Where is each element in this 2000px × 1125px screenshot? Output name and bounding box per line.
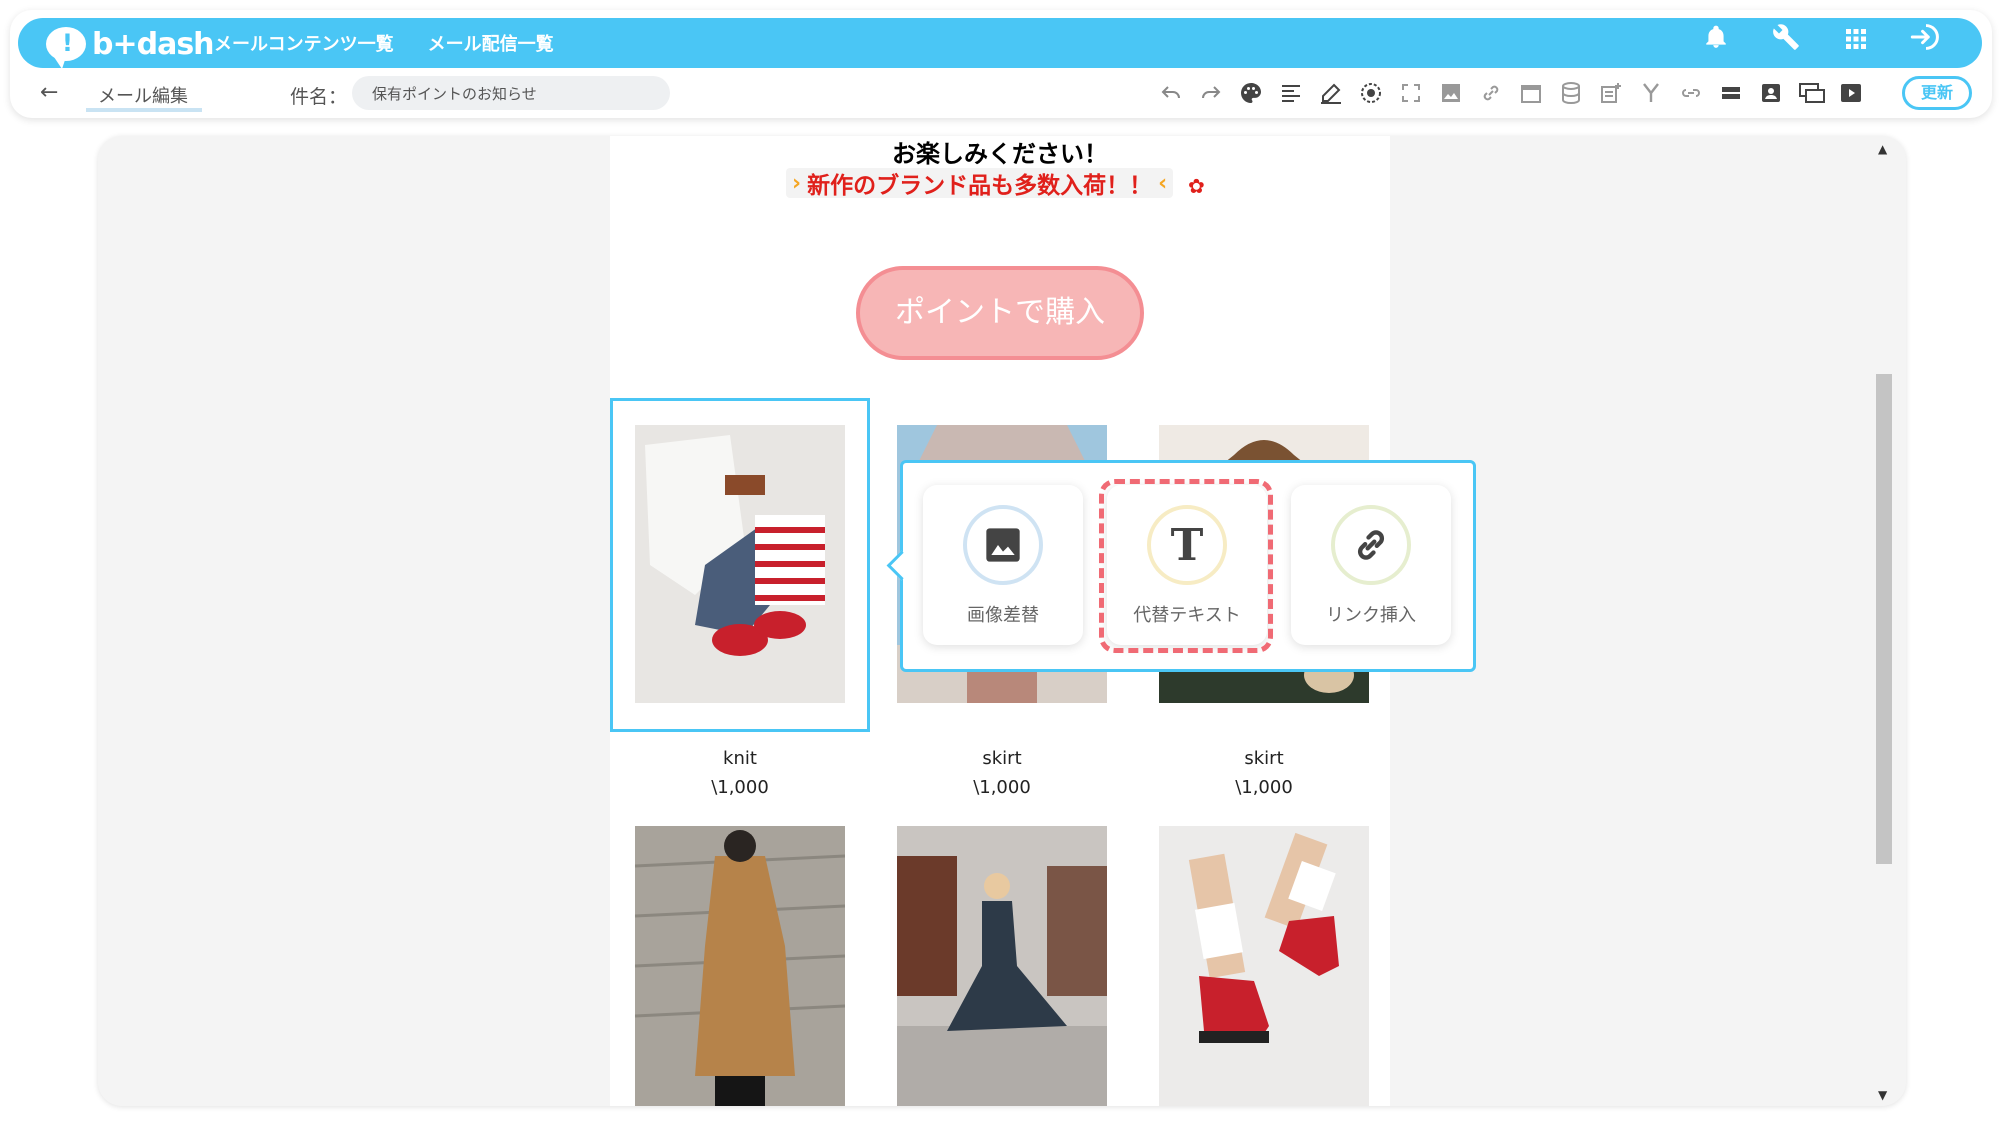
- merge-icon[interactable]: [1638, 81, 1664, 107]
- gear-icon[interactable]: ✿: [1188, 174, 1205, 198]
- align-text-icon[interactable]: [1278, 81, 1304, 107]
- palette-icon[interactable]: [1238, 81, 1264, 107]
- vertical-scrollbar[interactable]: ▲ ▼: [1868, 136, 1904, 1106]
- update-button[interactable]: 更新: [1902, 76, 1972, 110]
- logo-text: b+dash: [92, 26, 215, 62]
- product-coat[interactable]: [610, 826, 870, 1106]
- replace-image-button[interactable]: 画像差替: [923, 485, 1083, 645]
- sign-in-icon[interactable]: [1910, 18, 1942, 68]
- product-image-sneakers[interactable]: [1159, 826, 1369, 1106]
- promo-text: 新作のブランド品も多数入荷！！: [807, 173, 1153, 199]
- page-title: メール編集: [86, 82, 202, 112]
- sub-bar: ← メール編集 件名： 更新: [10, 70, 1992, 118]
- editor-toolbar: [1158, 78, 1864, 110]
- subject-label: 件名：: [290, 86, 348, 108]
- subject-input[interactable]: [352, 76, 670, 110]
- calendar-icon[interactable]: [1518, 81, 1544, 107]
- link-icon: [1331, 505, 1411, 585]
- target-icon[interactable]: [1358, 81, 1384, 107]
- product-dress[interactable]: [872, 826, 1132, 1106]
- product-image-dress[interactable]: [897, 826, 1107, 1106]
- logo[interactable]: ! b+dash: [46, 24, 215, 69]
- nav-mail-delivery[interactable]: メール配信一覧: [428, 30, 554, 56]
- top-bar: ! b+dash メールコンテンツ一覧 メール配信一覧: [18, 18, 1982, 69]
- product-price: \1,000: [1235, 777, 1293, 798]
- logo-bubble-icon: !: [46, 27, 86, 69]
- chevron-right-icon: ›: [792, 170, 802, 196]
- email-headline[interactable]: お楽しみください！: [610, 136, 1390, 169]
- chevron-left-icon: ‹: [1158, 170, 1168, 196]
- wrench-icon[interactable]: [1770, 18, 1802, 68]
- top-nav: メールコンテンツ一覧 メール配信一覧: [214, 18, 554, 68]
- person-card-icon[interactable]: [1758, 81, 1784, 107]
- image-icon[interactable]: [1438, 81, 1464, 107]
- replace-image-label: 画像差替: [967, 605, 1039, 626]
- scroll-up-arrow-icon[interactable]: ▲: [1878, 142, 1887, 156]
- database-icon[interactable]: [1558, 81, 1584, 107]
- divider-icon[interactable]: [1718, 81, 1744, 107]
- note-add-icon[interactable]: [1598, 81, 1624, 107]
- back-arrow-icon[interactable]: ←: [40, 80, 58, 105]
- promo-banner[interactable]: › 新作のブランド品も多数入荷！！ ‹: [786, 168, 1174, 199]
- bell-icon[interactable]: [1700, 18, 1732, 68]
- product-sneakers[interactable]: [1134, 826, 1394, 1106]
- product-price: \1,000: [973, 777, 1031, 798]
- link-off-icon[interactable]: [1678, 81, 1704, 107]
- video-icon[interactable]: [1838, 81, 1864, 107]
- cta-button[interactable]: ポイントで購入: [856, 266, 1144, 360]
- selected-image-frame: [610, 398, 870, 732]
- multi-window-icon[interactable]: [1798, 81, 1825, 107]
- insert-link-label: リンク挿入: [1326, 605, 1416, 626]
- link-icon[interactable]: [1478, 81, 1504, 107]
- expand-icon[interactable]: [1398, 81, 1424, 107]
- alt-text-highlight: [1099, 479, 1273, 653]
- nav-mail-contents[interactable]: メールコンテンツ一覧: [214, 30, 394, 56]
- product-name: knit: [723, 748, 757, 769]
- redo-icon[interactable]: [1198, 81, 1224, 107]
- image-options-popup: 画像差替 T 代替テキスト リンク挿入: [900, 460, 1476, 672]
- logo-mark: !: [62, 29, 73, 57]
- product-image-coat[interactable]: [635, 826, 845, 1106]
- pen-icon[interactable]: [1318, 81, 1344, 107]
- scroll-down-arrow-icon[interactable]: ▼: [1878, 1088, 1887, 1102]
- top-icons: [1700, 18, 1942, 68]
- editor-canvas: お楽しみください！ › 新作のブランド品も多数入荷！！ ‹ ✿ ポイントで購入: [98, 136, 1906, 1106]
- scroll-thumb[interactable]: [1876, 374, 1892, 864]
- insert-link-button[interactable]: リンク挿入: [1291, 485, 1451, 645]
- image-icon: [963, 505, 1043, 585]
- app-header: ! b+dash メールコンテンツ一覧 メール配信一覧 ← メール編集 件名：: [10, 10, 1992, 118]
- product-name: skirt: [982, 748, 1022, 769]
- product-price: \1,000: [711, 777, 769, 798]
- grid-icon[interactable]: [1840, 18, 1872, 68]
- product-name: skirt: [1244, 748, 1284, 769]
- undo-icon[interactable]: [1158, 81, 1184, 107]
